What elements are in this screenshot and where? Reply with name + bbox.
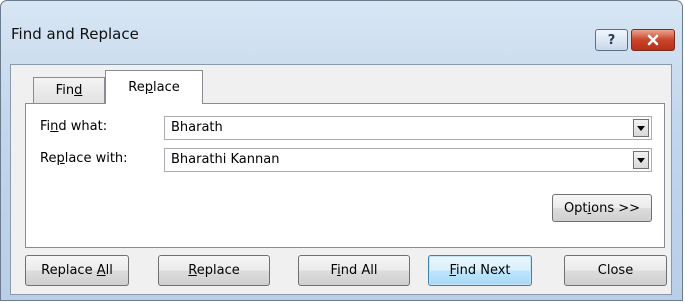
close-button[interactable]: Close — [564, 255, 667, 286]
dialog-body: Find Replace Find what: Bharath Replace … — [10, 64, 672, 295]
help-button[interactable]: ? — [595, 29, 628, 51]
replace-label: Replace — [188, 263, 240, 278]
replace-all-button[interactable]: Replace All — [25, 255, 129, 286]
replace-with-label: Replace with: — [40, 151, 128, 166]
chevron-down-icon — [637, 157, 645, 163]
find-what-value[interactable]: Bharath — [171, 120, 223, 135]
find-replace-dialog: Find and Replace ? Find Replace Find wha… — [0, 0, 683, 301]
find-what-combobox[interactable]: Bharath — [164, 116, 652, 140]
tab-find[interactable]: Find — [33, 77, 105, 103]
tab-replace[interactable]: Replace — [105, 70, 203, 104]
options-button[interactable]: Options >> — [552, 194, 652, 222]
find-next-label: Find Next — [449, 263, 511, 278]
replace-with-combobox[interactable]: Bharathi Kannan — [164, 148, 652, 172]
replace-tab-panel: Find what: Bharath Replace with: Bharath… — [25, 103, 665, 248]
find-what-dropdown-button[interactable] — [633, 119, 649, 137]
replace-button[interactable]: Replace — [158, 255, 270, 286]
replace-with-value[interactable]: Bharathi Kannan — [171, 152, 279, 167]
find-what-label: Find what: — [40, 119, 108, 134]
help-icon: ? — [607, 32, 616, 48]
tab-replace-label: Replace — [128, 80, 180, 95]
close-label: Close — [597, 263, 634, 278]
find-all-button[interactable]: Find All — [298, 255, 410, 286]
window-title: Find and Replace — [11, 25, 139, 43]
find-next-button[interactable]: Find Next — [428, 255, 532, 286]
replace-with-dropdown-button[interactable] — [633, 151, 649, 169]
tab-find-label: Find — [55, 83, 83, 98]
chevron-down-icon — [637, 125, 645, 131]
replace-all-label: Replace All — [41, 263, 113, 278]
find-all-label: Find All — [330, 263, 378, 278]
window-close-button[interactable] — [631, 29, 675, 51]
close-icon — [647, 34, 659, 46]
options-button-label: Options >> — [563, 200, 641, 216]
